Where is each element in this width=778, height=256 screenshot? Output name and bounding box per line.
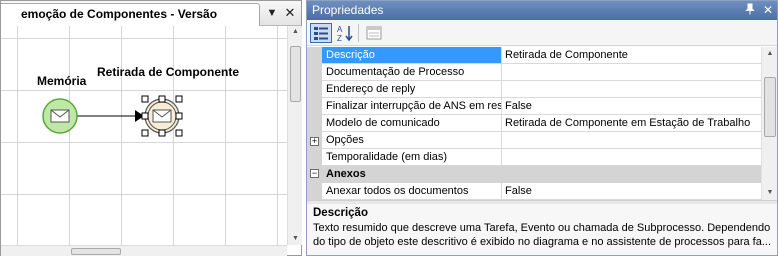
property-value[interactable]: False <box>503 98 761 114</box>
property-name: Descrição <box>322 47 502 63</box>
intermediate-event-retirada[interactable] <box>144 98 180 134</box>
property-row-anexar-todos[interactable]: Anexar todos os documentos False <box>322 183 761 200</box>
properties-title-bar: Propriedades ✕ <box>307 1 777 20</box>
property-value[interactable]: Retirada de Componente em Estação de Tra… <box>503 115 761 131</box>
diagram-tab[interactable]: emoção de Componentes - Versão <box>1 3 260 26</box>
property-pages-icon[interactable] <box>363 23 385 43</box>
property-row-modelo-comunicado[interactable]: Modelo de comunicado Retirada de Compone… <box>322 115 761 132</box>
scroll-down-arrow-icon[interactable]: ▼ <box>288 233 303 245</box>
properties-title: Propriedades <box>312 3 384 17</box>
scroll-thumb[interactable] <box>764 77 776 137</box>
category-name: Anexos <box>326 168 366 180</box>
diagram-panel: emoção de Componentes - Versão ▼ ✕ Memór… <box>0 0 302 256</box>
categorized-icon[interactable] <box>310 23 332 43</box>
property-category-anexos[interactable]: − Anexos <box>307 166 761 183</box>
diagram-vertical-scrollbar[interactable]: ▲ ▼ <box>287 26 302 245</box>
property-name: Finalizar interrupção de ANS em resp <box>322 98 502 114</box>
close-icon[interactable]: ✕ <box>283 6 297 20</box>
scroll-thumb[interactable] <box>71 248 121 255</box>
property-value[interactable]: Retirada de Componente <box>503 47 761 63</box>
property-row-descricao[interactable]: Descrição Retirada de Componente <box>322 47 761 64</box>
scroll-thumb[interactable] <box>290 46 301 102</box>
property-row-finalizar-ans[interactable]: Finalizar interrupção de ANS em resp Fal… <box>322 98 761 115</box>
property-row-temporalidade[interactable]: Temporalidade (em dias) <box>322 149 761 166</box>
svg-text:A: A <box>337 25 343 34</box>
property-value[interactable] <box>503 81 761 97</box>
property-name: Modelo de comunicado <box>322 115 502 131</box>
property-grid: Descrição Retirada de Componente Documen… <box>307 47 761 200</box>
diagram-canvas[interactable]: Memória Retirada de Componente <box>1 26 287 245</box>
toolbar-separator <box>358 24 359 42</box>
diagram-horizontal-scrollbar[interactable] <box>1 245 287 256</box>
description-title: Descrição <box>313 207 368 219</box>
property-value[interactable] <box>503 64 761 80</box>
property-row-opcoes[interactable]: Opções <box>322 132 761 149</box>
dropdown-arrow-icon[interactable]: ▼ <box>265 6 279 20</box>
property-value[interactable] <box>503 132 761 148</box>
start-event-memoria[interactable] <box>42 98 78 134</box>
properties-toolbar: A Z <box>307 20 777 46</box>
property-grid-scrollbar[interactable]: ▲ ▼ <box>761 47 777 200</box>
property-row-documentacao[interactable]: Documentação de Processo <box>322 64 761 81</box>
diagram-tab-bar: emoção de Componentes - Versão ▼ ✕ <box>1 1 301 26</box>
property-name: Opções <box>322 132 502 148</box>
svg-text:Z: Z <box>337 34 342 42</box>
property-name: Anexar todos os documentos <box>322 183 502 199</box>
property-value[interactable] <box>503 149 761 165</box>
scroll-up-arrow-icon[interactable]: ▲ <box>762 47 778 61</box>
close-icon[interactable]: ✕ <box>761 3 775 17</box>
property-name: Documentação de Processo <box>322 64 502 80</box>
alphabetical-sort-icon[interactable]: A Z <box>334 23 356 43</box>
diagram-drawing <box>42 95 183 137</box>
diagram-tab-title: emoção de Componentes - Versão <box>21 7 218 21</box>
expand-plus-icon[interactable]: + <box>310 137 319 146</box>
properties-panel: Propriedades ✕ A Z Descrição Retirada de… <box>306 0 778 256</box>
collapse-minus-icon[interactable]: − <box>310 169 319 178</box>
envelope-icon <box>50 109 70 123</box>
property-name: Temporalidade (em dias) <box>322 149 502 165</box>
property-value[interactable]: False <box>503 183 761 199</box>
property-row-endereco-reply[interactable]: Endereço de reply <box>322 81 761 98</box>
scroll-down-arrow-icon[interactable]: ▼ <box>762 186 778 200</box>
pin-icon[interactable] <box>743 3 757 17</box>
description-text: Texto resumido que descreve uma Tarefa, … <box>313 222 771 248</box>
scroll-up-arrow-icon[interactable]: ▲ <box>288 26 303 38</box>
envelope-icon <box>152 109 172 123</box>
description-pane: Descrição Texto resumido que descreve um… <box>307 204 777 255</box>
property-name: Endereço de reply <box>322 81 502 97</box>
